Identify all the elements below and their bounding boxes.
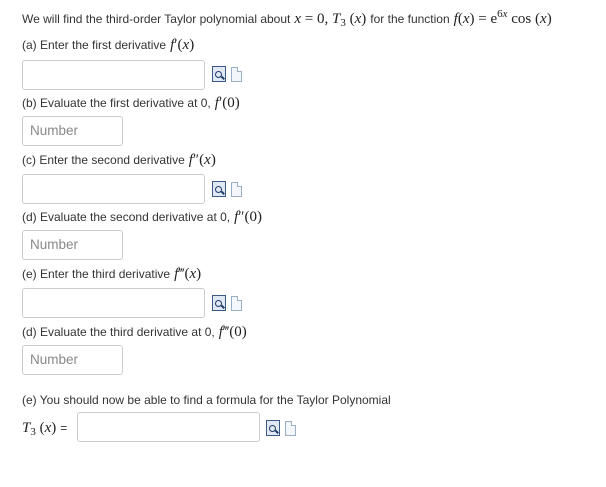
question-c-label: (c) Enter the second derivative f″(x): [22, 152, 216, 169]
preview-magnifier-icon[interactable]: [212, 295, 226, 311]
preview-magnifier-icon[interactable]: [266, 420, 280, 436]
intro-mid-text: for the function: [370, 12, 450, 26]
taylor-polynomial-tools: [266, 420, 296, 436]
taylor-polynomial-input[interactable]: [77, 412, 260, 442]
question-b-math: f′(0): [214, 95, 240, 111]
question-e2-text: (e) You should now be able to find a for…: [22, 393, 391, 407]
question-c-math: f″(x): [188, 152, 216, 168]
question-e1-label: (e) Enter the third derivative f‴(x): [22, 266, 201, 283]
question-e2-label: (e) You should now be able to find a for…: [22, 393, 391, 407]
question-c-text: (c) Enter the second derivative: [22, 153, 185, 167]
equals-sign: =: [60, 421, 68, 435]
help-document-icon[interactable]: [231, 182, 242, 197]
question-d2-label: (d) Evaluate the third derivative at 0, …: [22, 324, 247, 341]
question-d1-label: (d) Evaluate the second derivative at 0,…: [22, 209, 262, 226]
question-e1-text: (e) Enter the third derivative: [22, 267, 171, 281]
help-document-icon[interactable]: [285, 421, 296, 436]
preview-magnifier-icon[interactable]: [212, 66, 226, 82]
question-d1-math: f″(0): [234, 209, 263, 225]
question-a-text: (a) Enter the first derivative: [22, 38, 167, 52]
first-derivative-input[interactable]: [22, 60, 205, 90]
second-derivative-at-zero-input[interactable]: Number: [22, 230, 123, 260]
intro-line: We will find the third-order Taylor poly…: [22, 8, 552, 29]
help-document-icon[interactable]: [231, 296, 242, 311]
question-d2-math: f‴(0): [218, 324, 247, 340]
help-document-icon[interactable]: [231, 67, 242, 82]
function-math: f(x) = e6x cos (x): [453, 8, 552, 27]
first-derivative-tools: [212, 66, 242, 82]
first-derivative-at-zero-input[interactable]: Number: [22, 116, 123, 146]
third-derivative-at-zero-input[interactable]: Number: [22, 345, 123, 375]
intro-text: We will find the third-order Taylor poly…: [22, 12, 291, 26]
question-b-text: (b) Evaluate the first derivative at 0,: [22, 96, 211, 110]
preview-magnifier-icon[interactable]: [212, 181, 226, 197]
second-derivative-tools: [212, 181, 242, 197]
taylor-lhs: T3 (x) =: [22, 420, 68, 438]
question-d2-text: (d) Evaluate the third derivative at 0,: [22, 325, 215, 339]
question-a-math: f′(x): [170, 37, 195, 53]
question-e1-math: f‴(x): [174, 266, 202, 282]
question-a-label: (a) Enter the first derivative f′(x): [22, 37, 194, 54]
third-derivative-tools: [212, 295, 242, 311]
third-derivative-input[interactable]: [22, 288, 205, 318]
taylor-lhs-math: T3 (x): [22, 420, 57, 438]
second-derivative-input[interactable]: [22, 174, 205, 204]
question-b-label: (b) Evaluate the first derivative at 0, …: [22, 95, 240, 112]
intro-about-math: x = 0, T3 (x): [294, 11, 367, 29]
question-d1-text: (d) Evaluate the second derivative at 0,: [22, 210, 231, 224]
